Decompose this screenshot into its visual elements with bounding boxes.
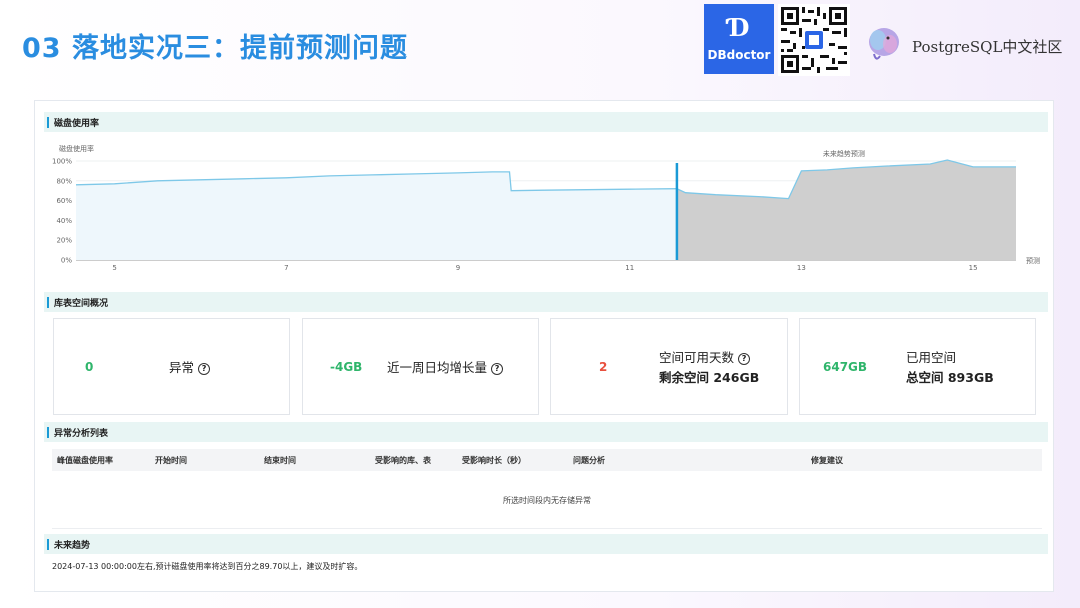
slide-title: 03 落地实况三：提前预测问题 bbox=[22, 33, 408, 64]
column-header-end-time[interactable]: 结束时间 bbox=[264, 455, 296, 466]
column-header-affected-duration[interactable]: 受影响时长（秒） bbox=[462, 455, 526, 466]
card-used-space-label: 已用空间 bbox=[906, 350, 957, 365]
y-tick-label: 20% bbox=[56, 237, 72, 245]
card-available-days-label: 空间可用天数 bbox=[659, 350, 735, 365]
card-anomaly: 0 异常? bbox=[53, 318, 290, 415]
section-header-disk-usage: 磁盘使用率 bbox=[44, 112, 1048, 132]
card-total-space: 总空间 893GB bbox=[906, 370, 994, 385]
dbdoctor-logo: Ɗ DBdoctor bbox=[704, 4, 774, 74]
table-divider bbox=[52, 528, 1042, 529]
y-tick-label: 60% bbox=[56, 197, 72, 205]
card-used-space: 647GB 已用空间 总空间 893GB bbox=[799, 318, 1036, 415]
postgresql-community-name: PostgreSQL中文社区 bbox=[912, 38, 1063, 56]
anomaly-table-header: 峰值磁盘使用率 开始时间 结束时间 受影响的库、表 受影响时长（秒） 问题分析 … bbox=[52, 449, 1042, 471]
card-used-space-value: 647GB bbox=[823, 360, 868, 374]
x-tick-label: 9 bbox=[456, 264, 460, 270]
x-axis-end-label: 预测 bbox=[1026, 256, 1040, 265]
table-empty-message: 所选时间段内无存储异常 bbox=[503, 496, 591, 505]
column-header-affected-tables[interactable]: 受影响的库、表 bbox=[375, 455, 431, 466]
column-header-problem-analysis[interactable]: 问题分析 bbox=[573, 455, 605, 466]
dbdoctor-logo-text: DBdoctor bbox=[707, 48, 771, 62]
x-tick-label: 15 bbox=[969, 264, 978, 270]
column-header-start-time[interactable]: 开始时间 bbox=[155, 455, 187, 466]
x-tick-label: 11 bbox=[625, 264, 634, 270]
x-tick-label: 13 bbox=[797, 264, 806, 270]
help-icon[interactable]: ? bbox=[491, 363, 504, 375]
help-icon[interactable]: ? bbox=[738, 353, 751, 365]
section-header-space-overview: 库表空间概况 bbox=[44, 292, 1048, 312]
card-anomaly-value: 0 bbox=[85, 360, 94, 374]
column-header-fix-suggestion[interactable]: 修复建议 bbox=[811, 455, 843, 466]
y-tick-label: 100% bbox=[52, 158, 72, 166]
help-icon[interactable]: ? bbox=[198, 363, 211, 375]
chart-ylabel: 磁盘使用率 bbox=[59, 144, 94, 153]
card-anomaly-label: 异常 bbox=[169, 360, 195, 375]
card-weekly-growth-label: 近一周日均增长量 bbox=[387, 360, 488, 375]
section-header-future-trend: 未来趋势 bbox=[44, 534, 1048, 554]
y-tick-label: 0% bbox=[61, 257, 72, 265]
card-weekly-growth-value: -4GB bbox=[330, 360, 363, 374]
y-tick-label: 80% bbox=[56, 177, 72, 185]
card-available-days: 2 空间可用天数? 剩余空间 246GB bbox=[550, 318, 788, 415]
qr-code-icon bbox=[778, 4, 850, 76]
card-remaining-space: 剩余空间 246GB bbox=[659, 370, 760, 385]
card-available-days-value: 2 bbox=[599, 360, 608, 374]
x-tick-label: 5 bbox=[112, 264, 116, 270]
future-trend-text: 2024-07-13 00:00:00左右,预计磁盘使用率将达到百分之89.70… bbox=[52, 562, 363, 571]
card-weekly-growth: -4GB 近一周日均增长量? bbox=[302, 318, 539, 415]
forecast-area bbox=[676, 160, 1016, 260]
disk-usage-chart: 磁盘使用率 未来趋势预测 0% 20% 40% 60% 80% 100% 5 7 9 11 13 1… bbox=[44, 140, 1048, 272]
history-area bbox=[76, 171, 677, 260]
forecast-label: 未来趋势预测 bbox=[823, 149, 865, 158]
dbdoctor-logo-mark-icon: Ɗ bbox=[728, 13, 750, 42]
x-tick-label: 7 bbox=[284, 264, 288, 270]
column-header-peak-usage[interactable]: 峰值磁盘使用率 bbox=[57, 455, 113, 466]
postgresql-elephant-icon bbox=[864, 24, 904, 64]
y-tick-label: 40% bbox=[56, 217, 72, 225]
section-header-anomaly-list: 异常分析列表 bbox=[44, 422, 1048, 442]
